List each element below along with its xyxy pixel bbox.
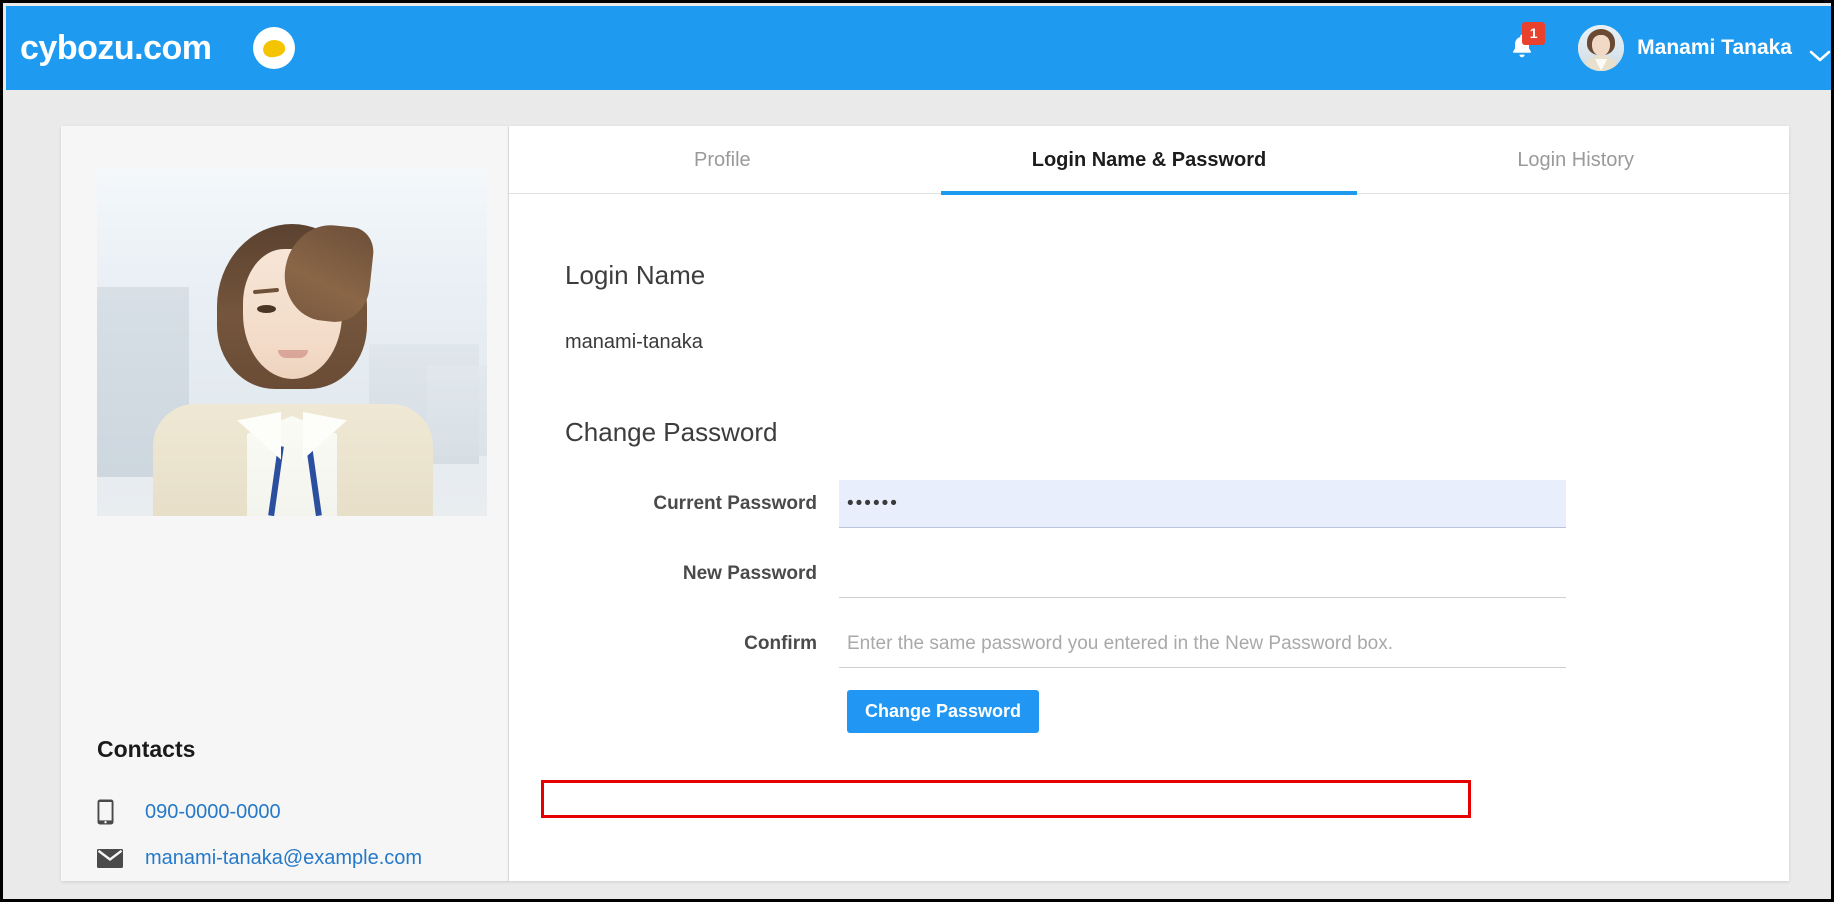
annotation-highlight-box: [541, 780, 1471, 818]
form-actions: Change Password: [509, 690, 1789, 733]
main-panel: Profile Login Name & Password Login Hist…: [509, 126, 1789, 881]
notification-count-badge: 1: [1522, 22, 1545, 45]
envelope-icon: [97, 849, 145, 868]
new-password-input[interactable]: [839, 550, 1566, 598]
content-card: Contacts 090-0000-0000: [61, 126, 1789, 881]
change-password-form: Current Password New Password Confirm: [509, 480, 1789, 733]
tab-login-name-password[interactable]: Login Name & Password: [936, 126, 1363, 194]
contacts-heading: Contacts: [97, 736, 195, 763]
change-password-button[interactable]: Change Password: [847, 690, 1039, 733]
notifications-button[interactable]: 1: [1500, 22, 1544, 74]
header-right-group: 1 Manami Tanaka: [1500, 22, 1834, 74]
login-name-heading: Login Name: [565, 260, 705, 291]
brand-logo[interactable]: cybozu.com: [20, 31, 211, 65]
avatar[interactable]: [1578, 25, 1624, 71]
app-icon-glyph: [262, 38, 286, 58]
photo-eye-left: [257, 305, 276, 313]
confirm-password-label: Confirm: [509, 620, 839, 668]
app-window: cybozu.com 1 Manami: [0, 0, 1834, 902]
profile-sidebar: Contacts 090-0000-0000: [61, 126, 509, 881]
new-password-label: New Password: [509, 550, 839, 598]
form-actions-spacer: [509, 690, 839, 733]
current-password-row: Current Password: [509, 480, 1789, 528]
login-name-value: manami-tanaka: [565, 331, 703, 354]
page-body: Contacts 090-0000-0000: [6, 90, 1834, 902]
contact-phone-link[interactable]: 090-0000-0000: [145, 801, 281, 824]
photo-building-far-right: [427, 366, 487, 456]
cybozu-app-icon[interactable]: [253, 27, 295, 69]
current-password-label: Current Password: [509, 480, 839, 528]
contact-email-link[interactable]: manami-tanaka@example.com: [145, 847, 422, 870]
top-header-bar: cybozu.com 1 Manami: [6, 6, 1834, 90]
confirm-password-input[interactable]: [839, 620, 1566, 668]
tab-content-login-name-password: Login Name manami-tanaka Change Password…: [509, 195, 1789, 881]
user-name-label[interactable]: Manami Tanaka: [1637, 36, 1792, 60]
confirm-password-row: Confirm: [509, 620, 1789, 668]
tab-profile[interactable]: Profile: [509, 126, 936, 194]
photo-mouth: [278, 350, 308, 358]
contact-email-row: manami-tanaka@example.com: [97, 844, 422, 872]
change-password-heading: Change Password: [565, 417, 777, 448]
contact-phone-row: 090-0000-0000: [97, 798, 281, 826]
profile-photo: [97, 169, 487, 516]
mobile-phone-icon: [97, 799, 145, 825]
new-password-row: New Password: [509, 550, 1789, 598]
current-password-input[interactable]: [839, 480, 1566, 528]
tab-login-history[interactable]: Login History: [1362, 126, 1789, 194]
tab-bar: Profile Login Name & Password Login Hist…: [509, 126, 1789, 194]
